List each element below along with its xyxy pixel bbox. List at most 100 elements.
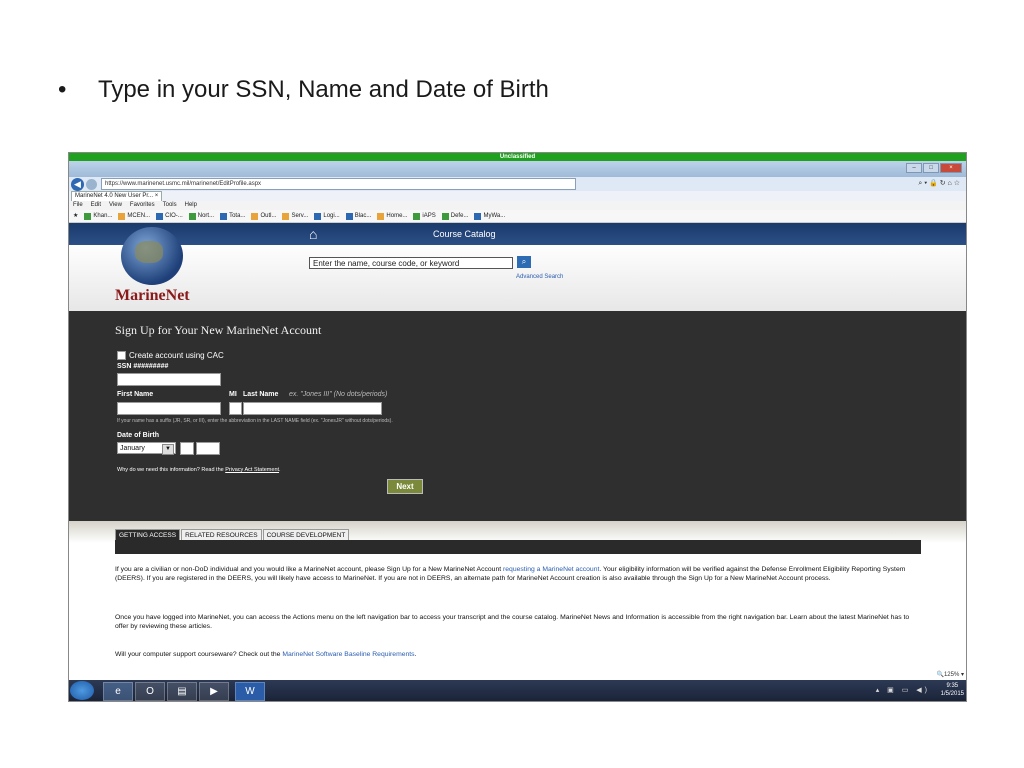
first-name-input[interactable]: [117, 402, 221, 415]
fav-icon: [188, 212, 196, 220]
fav-icon: [220, 212, 228, 220]
maximize-icon[interactable]: □: [923, 163, 939, 173]
menu-edit[interactable]: Edit: [91, 201, 101, 210]
globe-logo-icon: [121, 227, 183, 285]
close-icon[interactable]: ×: [940, 163, 962, 173]
fav-label: Nort...: [197, 213, 215, 219]
search-icon[interactable]: ⌕: [517, 256, 531, 268]
fav-item[interactable]: MyWa...: [474, 210, 505, 222]
dob-year-input[interactable]: [196, 442, 220, 455]
menu-help[interactable]: Help: [185, 201, 197, 210]
tab-title: MarineNet 4.0 New User Pr...: [75, 193, 154, 199]
fav-icon: [156, 212, 164, 220]
fav-icon: [84, 212, 92, 220]
screenshot-frame: Unclassified – □ × ◀ https://www.marinen…: [68, 152, 967, 702]
dob-day-input[interactable]: [180, 442, 194, 455]
last-name-label: Last Name: [243, 391, 279, 398]
fav-item[interactable]: Blac...: [345, 210, 372, 222]
fav-icon: [345, 212, 353, 220]
fav-label: Tota...: [229, 213, 246, 219]
first-name-label: First Name: [117, 391, 154, 398]
fav-icon: [441, 212, 449, 220]
privacy-prefix: Why do we need this information? Read th…: [117, 467, 224, 473]
tab-marinenet[interactable]: MarineNet 4.0 New User Pr... ×: [71, 191, 163, 201]
chevron-down-icon: ▼: [162, 444, 174, 455]
slide-bullet: • Type in your SSN, Name and Date of Birt…: [58, 76, 549, 104]
fav-item[interactable]: Nort...: [188, 210, 215, 222]
fav-label: MCEN...: [127, 213, 151, 219]
fav-icon: [314, 212, 322, 220]
tab-panel-bar: [115, 540, 921, 554]
mi-label: MI: [229, 391, 237, 398]
search-input[interactable]: Enter the name, course code, or keyword: [309, 257, 513, 269]
fav-label: Home...: [386, 213, 408, 219]
zoom-level[interactable]: 🔍125% ▾: [936, 671, 964, 678]
address-bar: ◀ https://www.marinenet.usmc.mil/marinen…: [69, 177, 966, 191]
suffix-note: If your name has a suffix (JR, SR, or II…: [117, 418, 393, 424]
baseline-requirements-link[interactable]: MarineNet Software Baseline Requirements: [282, 651, 414, 658]
fav-item[interactable]: Tota...: [220, 210, 245, 222]
site-logo[interactable]: MarineNet: [115, 287, 190, 305]
fav-label: iAPS: [422, 213, 436, 219]
fav-item[interactable]: Serv...: [282, 210, 308, 222]
cac-label: Create account using CAC: [129, 351, 224, 360]
last-name-input[interactable]: [243, 402, 382, 415]
p1-text: If you are a civilian or non-DoD individ…: [115, 566, 502, 573]
start-button[interactable]: [70, 681, 94, 700]
menu-bar: File Edit View Favorites Tools Help: [69, 201, 966, 210]
info-paragraph-2: Once you have logged into MarineNet, you…: [115, 614, 910, 630]
ie-taskbar-icon[interactable]: e: [103, 682, 133, 701]
privacy-line: Why do we need this information? Read th…: [117, 467, 281, 473]
clock[interactable]: 9:35 1/5/2015: [941, 682, 964, 698]
fav-item[interactable]: Khan...: [84, 210, 112, 222]
url-field[interactable]: https://www.marinenet.usmc.mil/marinenet…: [101, 178, 576, 190]
fav-label: Serv...: [291, 213, 309, 219]
fav-item[interactable]: Home...: [377, 210, 407, 222]
fav-item[interactable]: iAPS: [413, 210, 436, 222]
system-tray-icons[interactable]: ▴ ▣ ▭ ◀): [876, 686, 930, 694]
fav-icon: [474, 212, 482, 220]
fav-item[interactable]: Logi...: [314, 210, 340, 222]
clock-date: 1/5/2015: [940, 691, 964, 697]
fav-item[interactable]: MCEN...: [118, 210, 150, 222]
signup-form: Sign Up for Your New MarineNet Account C…: [69, 311, 966, 521]
fav-item[interactable]: Outl...: [251, 210, 276, 222]
favorites-bar: ★ Khan... MCEN... CIO-... Nort... Tota..…: [69, 210, 966, 223]
address-tools-icons[interactable]: ⌕ ▾ 🔒 ↻ ⌂ ☆: [918, 179, 960, 188]
dob-month-select[interactable]: January ▼: [117, 442, 176, 455]
dob-label: Date of Birth: [117, 432, 159, 439]
favorites-star-icon[interactable]: ★: [73, 210, 78, 222]
fav-icon: [377, 212, 385, 220]
media-player-taskbar-icon[interactable]: ▶: [199, 682, 229, 701]
info-paragraph-3: Will your computer support courseware? C…: [115, 650, 921, 659]
ssn-input[interactable]: [117, 373, 221, 386]
menu-view[interactable]: View: [109, 201, 122, 210]
minimize-icon[interactable]: –: [906, 163, 922, 173]
menu-file[interactable]: File: [73, 201, 83, 210]
word-taskbar-icon[interactable]: W: [235, 682, 265, 701]
course-catalog-link[interactable]: Course Catalog: [433, 229, 496, 239]
folder-taskbar-icon[interactable]: ▤: [167, 682, 197, 701]
mi-input[interactable]: [229, 402, 242, 415]
privacy-act-link[interactable]: Privacy Act Statement: [225, 467, 279, 473]
outlook-taskbar-icon[interactable]: O: [135, 682, 165, 701]
back-icon[interactable]: ◀: [71, 177, 84, 191]
request-account-link[interactable]: requesting a MarineNet account: [503, 566, 599, 573]
browser-titlebar: – □ ×: [69, 161, 966, 177]
fav-label: Defe...: [450, 213, 469, 219]
home-icon[interactable]: ⌂: [309, 226, 317, 242]
fav-item[interactable]: CIO-...: [156, 210, 183, 222]
fav-item[interactable]: Defe...: [441, 210, 469, 222]
menu-tools[interactable]: Tools: [163, 201, 177, 210]
next-button[interactable]: Next: [387, 479, 423, 494]
fav-label: Blac...: [354, 213, 372, 219]
cac-option: Create account using CAC: [117, 351, 224, 360]
info-section: GETTING ACCESS RELATED RESOURCES COURSE …: [69, 521, 966, 678]
menu-favorites[interactable]: Favorites: [130, 201, 155, 210]
fav-icon: [413, 212, 421, 220]
forward-icon[interactable]: [86, 178, 97, 190]
cac-checkbox[interactable]: [117, 351, 126, 360]
ssn-label: SSN #########: [117, 363, 169, 370]
last-name-hint: ex. "Jones III" (No dots/periods): [289, 391, 388, 398]
advanced-search-link[interactable]: Advanced Search: [516, 274, 563, 280]
